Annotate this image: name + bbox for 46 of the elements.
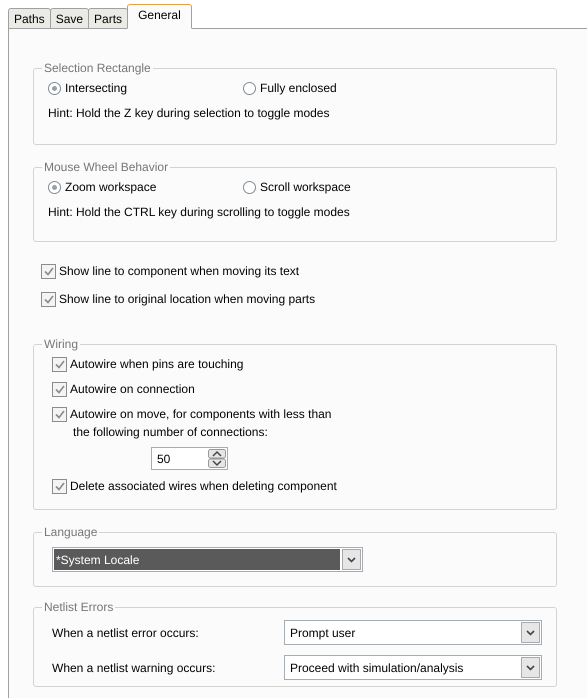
radio-button[interactable] — [243, 180, 256, 194]
group-title: Selection Rectangle — [42, 60, 153, 76]
tab[interactable]: Paths — [8, 8, 51, 29]
sublabel-text: the following number of connections: — [73, 424, 269, 441]
chevron-down-icon — [526, 664, 535, 670]
checkmark-icon — [54, 384, 64, 394]
tab[interactable]: Parts — [88, 8, 128, 29]
language-dropdown[interactable]: *System Locale — [52, 547, 363, 572]
checkbox[interactable] — [52, 478, 67, 494]
tab[interactable]: Save — [50, 8, 90, 29]
field-label: When a netlist warning occurs: — [52, 660, 216, 676]
dropdown-value: *System Locale — [54, 549, 340, 570]
chevron-down-icon — [347, 556, 356, 562]
checkbox[interactable] — [41, 292, 56, 306]
tab[interactable]: General — [127, 4, 192, 29]
chevron-down-icon — [526, 630, 535, 636]
field-label: When a netlist error occurs: — [52, 624, 200, 642]
checkmark-icon — [44, 294, 54, 304]
checkmark-icon — [54, 482, 64, 490]
group-title: Wiring — [42, 336, 80, 352]
radio-button[interactable] — [243, 82, 256, 94]
checkmark-icon — [44, 266, 54, 276]
radio-option[interactable]: Scroll workspace — [243, 178, 438, 196]
checkbox[interactable] — [41, 264, 56, 278]
number-spinner[interactable]: 50 — [151, 447, 228, 470]
radio-option[interactable]: Zoom workspace — [48, 178, 243, 196]
checkmark-icon — [54, 360, 64, 368]
radio-option[interactable]: Intersecting — [48, 79, 243, 97]
checkbox[interactable] — [52, 382, 67, 396]
checkbox[interactable] — [52, 356, 67, 372]
checkbox-label: Autowire on connection — [70, 381, 195, 398]
checkbox-label: Delete associated wires when deleting component — [70, 478, 337, 495]
checkbox-label: Autowire when pins are touching — [70, 356, 244, 373]
hint-text: Hint: Hold the Z key during selection to toggle modes — [47, 105, 330, 122]
dropdown[interactable]: Prompt user — [284, 620, 542, 645]
checkbox[interactable] — [52, 406, 67, 422]
hint-text: Hint: Hold the CTRL key during scrolling to toggle modes — [47, 204, 351, 221]
radio-option[interactable]: Fully enclosed — [243, 79, 438, 97]
radio-button[interactable] — [48, 180, 61, 194]
radio-button[interactable] — [48, 82, 61, 94]
checkbox-label: Show line to component when moving its text — [59, 263, 300, 280]
checkbox-label: Show line to original location when moving parts — [59, 291, 316, 308]
spinner-arrows-icon[interactable] — [208, 449, 226, 468]
checkbox-label: Autowire on move, for components with less than — [70, 406, 332, 423]
checkmark-icon — [54, 410, 64, 418]
dropdown[interactable]: Proceed with simulation/analysis — [284, 655, 542, 680]
